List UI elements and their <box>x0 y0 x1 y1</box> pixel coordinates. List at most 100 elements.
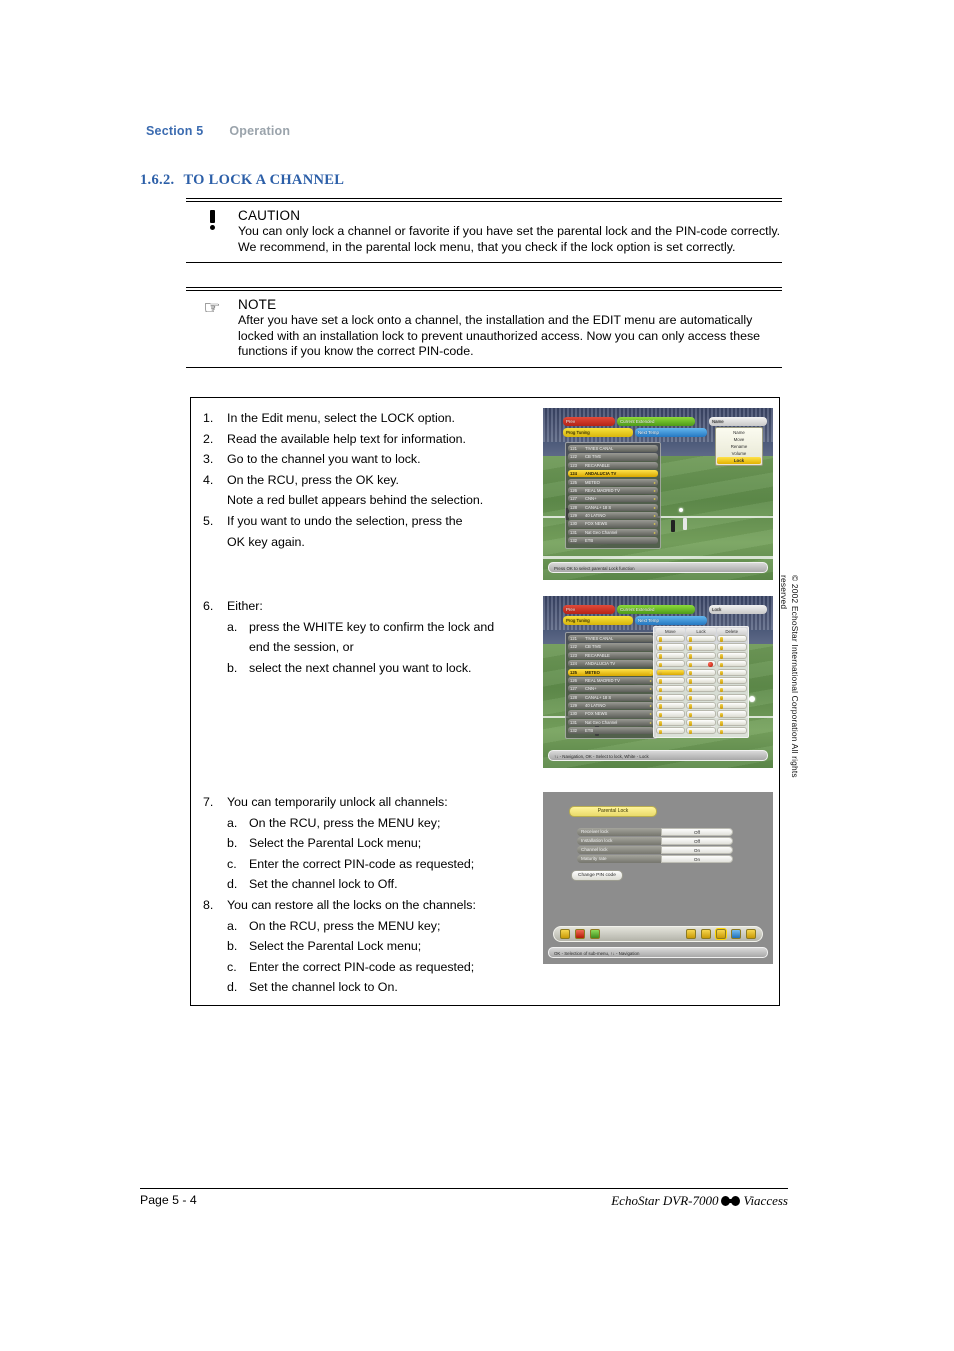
list-item[interactable]: 121 TIVIES CANAL <box>568 635 654 643</box>
list-item[interactable]: 132 ETB <box>568 537 658 545</box>
list-item[interactable]: 131 Nat Geo Channel ▸ <box>568 718 654 726</box>
exclamation-icon <box>186 208 238 255</box>
epg-bar-mode[interactable]: Lock <box>709 605 767 614</box>
list-item-selected[interactable]: 124 ANDALUCIA TV <box>568 470 658 478</box>
tools-icon[interactable] <box>746 929 756 939</box>
list-item[interactable]: 123 RECAPABLE <box>568 461 658 469</box>
sub-steps-6: a. press the WHITE key to confirm the loc… <box>227 617 543 679</box>
list-item[interactable]: 122 CB TIVE <box>568 453 658 461</box>
list-item[interactable]: 121 TIVIES CANAL <box>568 445 658 453</box>
power-icon[interactable] <box>731 929 741 939</box>
antenna-icon[interactable] <box>575 929 585 939</box>
list-item[interactable]: 131 Nat Geo Channel ▸ <box>568 528 658 536</box>
list-item[interactable]: 122 CB TIVE <box>568 643 654 651</box>
epg-bar-red[interactable]: Prev <box>563 605 615 614</box>
list-item[interactable]: 129 40 LATINO ▸ <box>568 702 654 710</box>
table-row[interactable] <box>655 651 747 659</box>
list-item: 3. Go to the channel you want to lock. <box>203 452 421 467</box>
menu-row-receiver-lock[interactable]: Receiver lock Off <box>577 828 733 836</box>
page-title: 1.6.2. TO LOCK A CHANNEL <box>140 172 344 189</box>
list-item[interactable]: 123 RECAPABLE <box>568 651 654 659</box>
list-item[interactable]: 129 40 LATINO ▸ <box>568 512 658 520</box>
screenshot-lock-column-edit: Prev Current Extended Prog Tuning Next T… <box>543 596 773 768</box>
procedure-block-1: 1. In the Edit menu, select the LOCK opti… <box>191 408 779 580</box>
play-icon[interactable] <box>686 929 696 939</box>
menu-icon-dock[interactable] <box>553 926 763 942</box>
list-item[interactable]: 127 CNN+ ▸ <box>568 685 654 693</box>
procedure-block-2: 6. Either: a. press the WHITE key to confi… <box>191 596 779 768</box>
menu-row-value[interactable]: Off <box>661 828 733 836</box>
list-item[interactable]: 127 CNN+ ▸ <box>568 495 658 503</box>
list-item-selected[interactable]: 125 METEO ▸ <box>568 668 654 676</box>
dropdown-item-lock[interactable]: Lock <box>717 457 761 464</box>
settings-icon[interactable] <box>560 929 570 939</box>
epg-bar-blue[interactable]: Next Temp <box>635 616 707 625</box>
table-row[interactable] <box>655 643 747 651</box>
note-body: After you have set a lock onto a channel… <box>238 313 761 359</box>
footer-product: EchoStar DVR-7000 Viaccess <box>611 1193 788 1208</box>
table-row[interactable] <box>655 702 747 710</box>
sub-steps-8: a. On the RCU, press the MENU key; b. Sele… <box>227 916 543 998</box>
list-item[interactable]: 128 CANAL+ 18 S ▸ <box>568 693 654 701</box>
status-bar: Press OK to select parental Lock functio… <box>548 562 768 573</box>
epg-bar-yellow[interactable]: Prog Tuning <box>563 428 633 437</box>
page-number: Page 5 - 4 <box>140 1193 197 1207</box>
caution-block: CAUTION You can only lock a channel or f… <box>186 198 782 264</box>
menu-row-label: Installation lock <box>577 837 661 845</box>
dolby-digital-logo <box>721 1196 741 1206</box>
lock-icon[interactable] <box>716 929 726 939</box>
table-row-selected[interactable] <box>655 668 747 676</box>
caution-body: You can only lock a channel or favorite … <box>238 224 781 254</box>
epg-bar-red[interactable]: Prev <box>563 417 615 426</box>
menu-row-value[interactable]: Off <box>661 837 733 845</box>
dropdown-item-name[interactable]: Name <box>717 429 761 436</box>
list-item: c. Enter the correct PIN-code as requeste… <box>227 856 475 871</box>
menu-row-value[interactable]: On <box>661 855 733 863</box>
running-head-section: Section 5 <box>146 124 204 138</box>
channel-list-panel[interactable]: 121 TIVIES CANAL 122 CB TIVE 123 RECAPABLE … <box>565 442 661 549</box>
epg-bar-green[interactable]: Current Extended <box>617 605 695 614</box>
record-icon[interactable] <box>701 929 711 939</box>
table-row[interactable] <box>655 635 747 643</box>
list-item: a. On the RCU, press the MENU key; <box>227 815 441 830</box>
menu-row-value[interactable]: On <box>661 846 733 854</box>
list-item[interactable]: 130 FOX NEWS ▸ <box>568 710 654 718</box>
list-item[interactable]: 125 METEO ▸ <box>568 478 658 486</box>
table-row[interactable] <box>655 676 747 685</box>
note-bottom-rule <box>186 366 782 368</box>
dropdown-item-volume[interactable]: Volume <box>717 450 761 457</box>
change-pin-code-button[interactable]: Change PIN code <box>571 870 623 881</box>
steps-list-1: 1. In the Edit menu, select the LOCK opti… <box>203 408 543 552</box>
dropdown-item-move[interactable]: Move <box>717 436 761 443</box>
dropdown-item-rename[interactable]: Rename <box>717 443 761 450</box>
list-item[interactable]: 126 REAL MADRID TV ▸ <box>568 486 658 495</box>
table-row[interactable] <box>655 718 747 726</box>
note-block: ☞ NOTE After you have set a lock onto a … <box>186 287 782 368</box>
list-item[interactable]: 126 REAL MADRID TV ▸ <box>568 676 654 685</box>
list-item[interactable]: 132 ETB <box>568 727 654 735</box>
table-row[interactable] <box>655 727 747 735</box>
table-row[interactable] <box>655 685 747 693</box>
channels-icon[interactable] <box>590 929 600 939</box>
epg-bar-blue[interactable]: Next Temp <box>635 428 707 437</box>
table-row-locked[interactable] <box>655 660 747 668</box>
list-item[interactable]: 128 CANAL+ 18 S ▸ <box>568 503 658 511</box>
edit-dropdown-menu[interactable]: Name Move Rename Volume Lock <box>715 427 763 466</box>
menu-row-label: Maturity rate <box>577 855 661 863</box>
ball <box>679 508 683 512</box>
menu-row-maturity-rate[interactable]: Maturity rate On <box>577 855 733 863</box>
list-item: 8. You can restore all the locks on the c… <box>203 895 543 998</box>
note-title: NOTE <box>238 297 277 313</box>
epg-bar-mode[interactable]: Name <box>709 417 767 426</box>
table-row[interactable] <box>655 693 747 701</box>
list-item[interactable]: 130 FOX NEWS ▸ <box>568 520 658 528</box>
channel-list-panel[interactable]: 121 TIVIES CANAL 122 CB TIVE 123 RECAPABLE … <box>565 632 657 739</box>
lock-grid[interactable]: Move Lock Delete <box>653 626 749 738</box>
epg-bar-green[interactable]: Current Extended <box>617 417 695 426</box>
table-row[interactable] <box>655 710 747 718</box>
menu-row-installation-lock[interactable]: Installation lock Off <box>577 837 733 845</box>
menu-row-channel-lock[interactable]: Channel lock On <box>577 846 733 854</box>
list-item[interactable]: 124 ANDALUCIA TV <box>568 660 654 668</box>
section-title-text: TO LOCK A CHANNEL <box>183 172 345 188</box>
epg-bar-yellow[interactable]: Prog Tuning <box>563 616 633 625</box>
